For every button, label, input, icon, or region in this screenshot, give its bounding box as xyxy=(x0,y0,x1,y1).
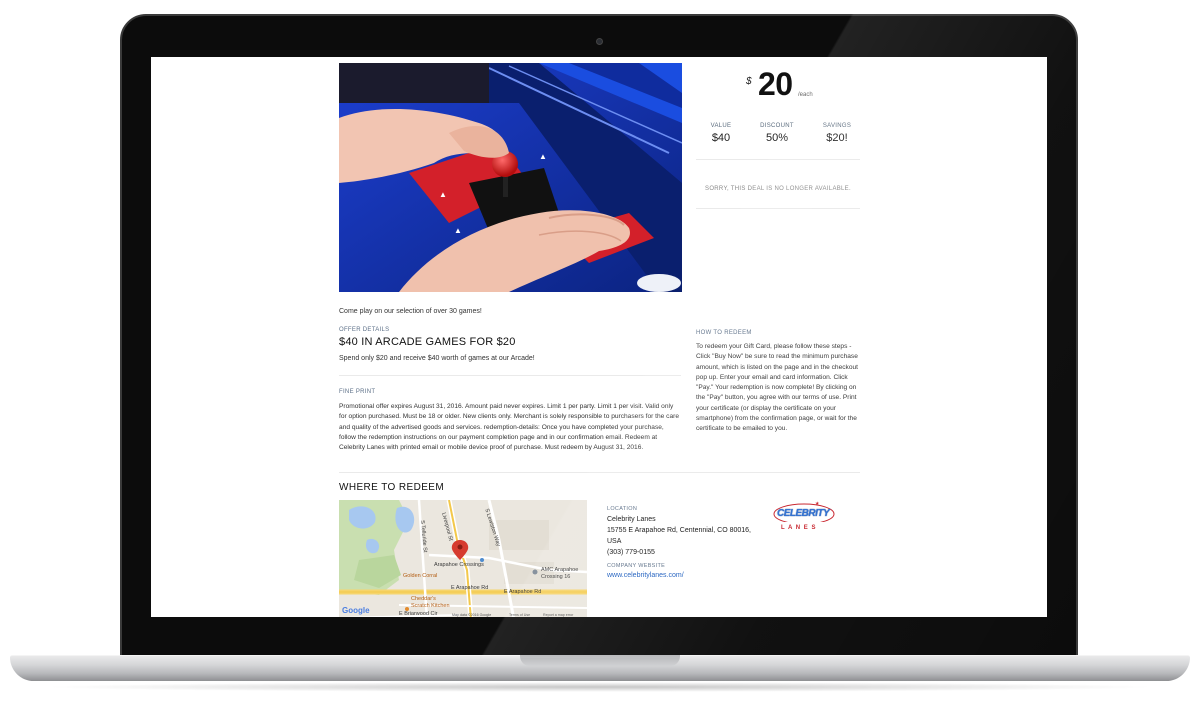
price-row: $ 20 /each xyxy=(696,63,860,103)
divider xyxy=(696,159,860,160)
arcade-photo-image: FIRE ▲ ▲ ▲ xyxy=(339,63,682,292)
how-to-redeem-label: HOW TO REDEEM xyxy=(696,330,752,336)
map-place-label: AMC Arapahoe xyxy=(541,567,579,573)
map-canvas xyxy=(339,500,587,617)
fine-print-text: Promotional offer expires August 31, 201… xyxy=(339,403,679,452)
deal-price: 20 xyxy=(758,66,793,102)
map-place-label: Crossing 16 xyxy=(541,574,571,580)
map-road-label: E Arapahoe Rd xyxy=(451,585,489,591)
divider xyxy=(339,375,681,376)
map-place-label: Arapahoe Crossings xyxy=(434,562,484,568)
deal-intro: Come play on our selection of over 30 ga… xyxy=(339,308,482,315)
divider xyxy=(339,472,860,473)
location-label: LOCATION xyxy=(607,506,638,512)
currency-symbol: $ xyxy=(746,76,752,87)
address-line-2: USA xyxy=(607,538,622,545)
stat-discount: DISCOUNT 50% xyxy=(752,123,802,144)
map-terms-link[interactable]: Terms of Use xyxy=(509,613,530,617)
map-road-label: E Briarwood Cir xyxy=(399,611,438,617)
stat-value: VALUE $40 xyxy=(696,123,746,144)
deal-unavailable-message: SORRY, THIS DEAL IS NO LONGER AVAILABLE. xyxy=(705,186,851,192)
divider xyxy=(696,208,860,209)
stat-label: DISCOUNT xyxy=(760,123,794,129)
svg-text:▲: ▲ xyxy=(439,190,447,199)
stat-number: 50% xyxy=(765,132,789,144)
camera-icon xyxy=(596,38,603,45)
map-place-label: Cheddar's xyxy=(411,596,436,602)
offer-title: $40 IN ARCADE GAMES FOR $20 xyxy=(339,336,516,348)
stat-number: $20! xyxy=(826,132,848,144)
laptop-base-notch xyxy=(520,655,680,666)
svg-text:▲: ▲ xyxy=(539,152,547,161)
location-map[interactable]: Liverpool St S Lewiston Way S Telluride … xyxy=(339,500,587,617)
offer-description: Spend only $20 and receive $40 worth of … xyxy=(339,355,535,362)
map-road-label: E Arapahoe Rd xyxy=(504,589,542,595)
screen: FIRE ▲ ▲ ▲ $ 20 /each xyxy=(151,57,1047,617)
company-website-link[interactable]: www.celebritylanes.com/ xyxy=(607,572,684,579)
address-line-1: 15755 E Arapahoe Rd, Centennial, CO 8001… xyxy=(607,527,751,534)
offer-details-label: OFFER DETAILS xyxy=(339,327,390,333)
where-to-redeem-title: WHERE TO REDEEM xyxy=(339,482,445,493)
logo-text-bottom: L A N E S xyxy=(781,525,817,531)
logo-text-top: CELEBRITY xyxy=(777,508,830,519)
laptop-shadow xyxy=(40,682,1160,692)
map-data-text: Map data ©2016 Google xyxy=(452,613,492,617)
stat-label: VALUE xyxy=(710,123,732,129)
svg-text:▲: ▲ xyxy=(454,226,462,235)
celebrity-lanes-logo: ★ CELEBRITY L A N E S xyxy=(771,501,837,535)
company-website-label: COMPANY WEBSITE xyxy=(607,563,666,569)
stat-savings: SAVINGS $20! xyxy=(812,123,862,144)
stat-number: $40 xyxy=(711,132,731,144)
google-logo: Google xyxy=(342,606,370,615)
how-to-redeem-text: To redeem your Gift Card, please follow … xyxy=(696,343,859,433)
phone-number: (303) 779-0155 xyxy=(607,549,655,556)
map-report-link[interactable]: Report a map error xyxy=(543,613,573,617)
business-name: Celebrity Lanes xyxy=(607,516,656,523)
fine-print-label: FINE PRINT xyxy=(339,389,376,395)
deal-photo: FIRE ▲ ▲ ▲ xyxy=(339,63,682,292)
svg-text:★: ★ xyxy=(815,501,820,507)
price-unit: /each xyxy=(798,92,813,98)
map-place-label: Golden Corral xyxy=(403,573,438,579)
map-place-label: Scratch Kitchen xyxy=(411,603,450,609)
stat-label: SAVINGS xyxy=(822,123,852,129)
